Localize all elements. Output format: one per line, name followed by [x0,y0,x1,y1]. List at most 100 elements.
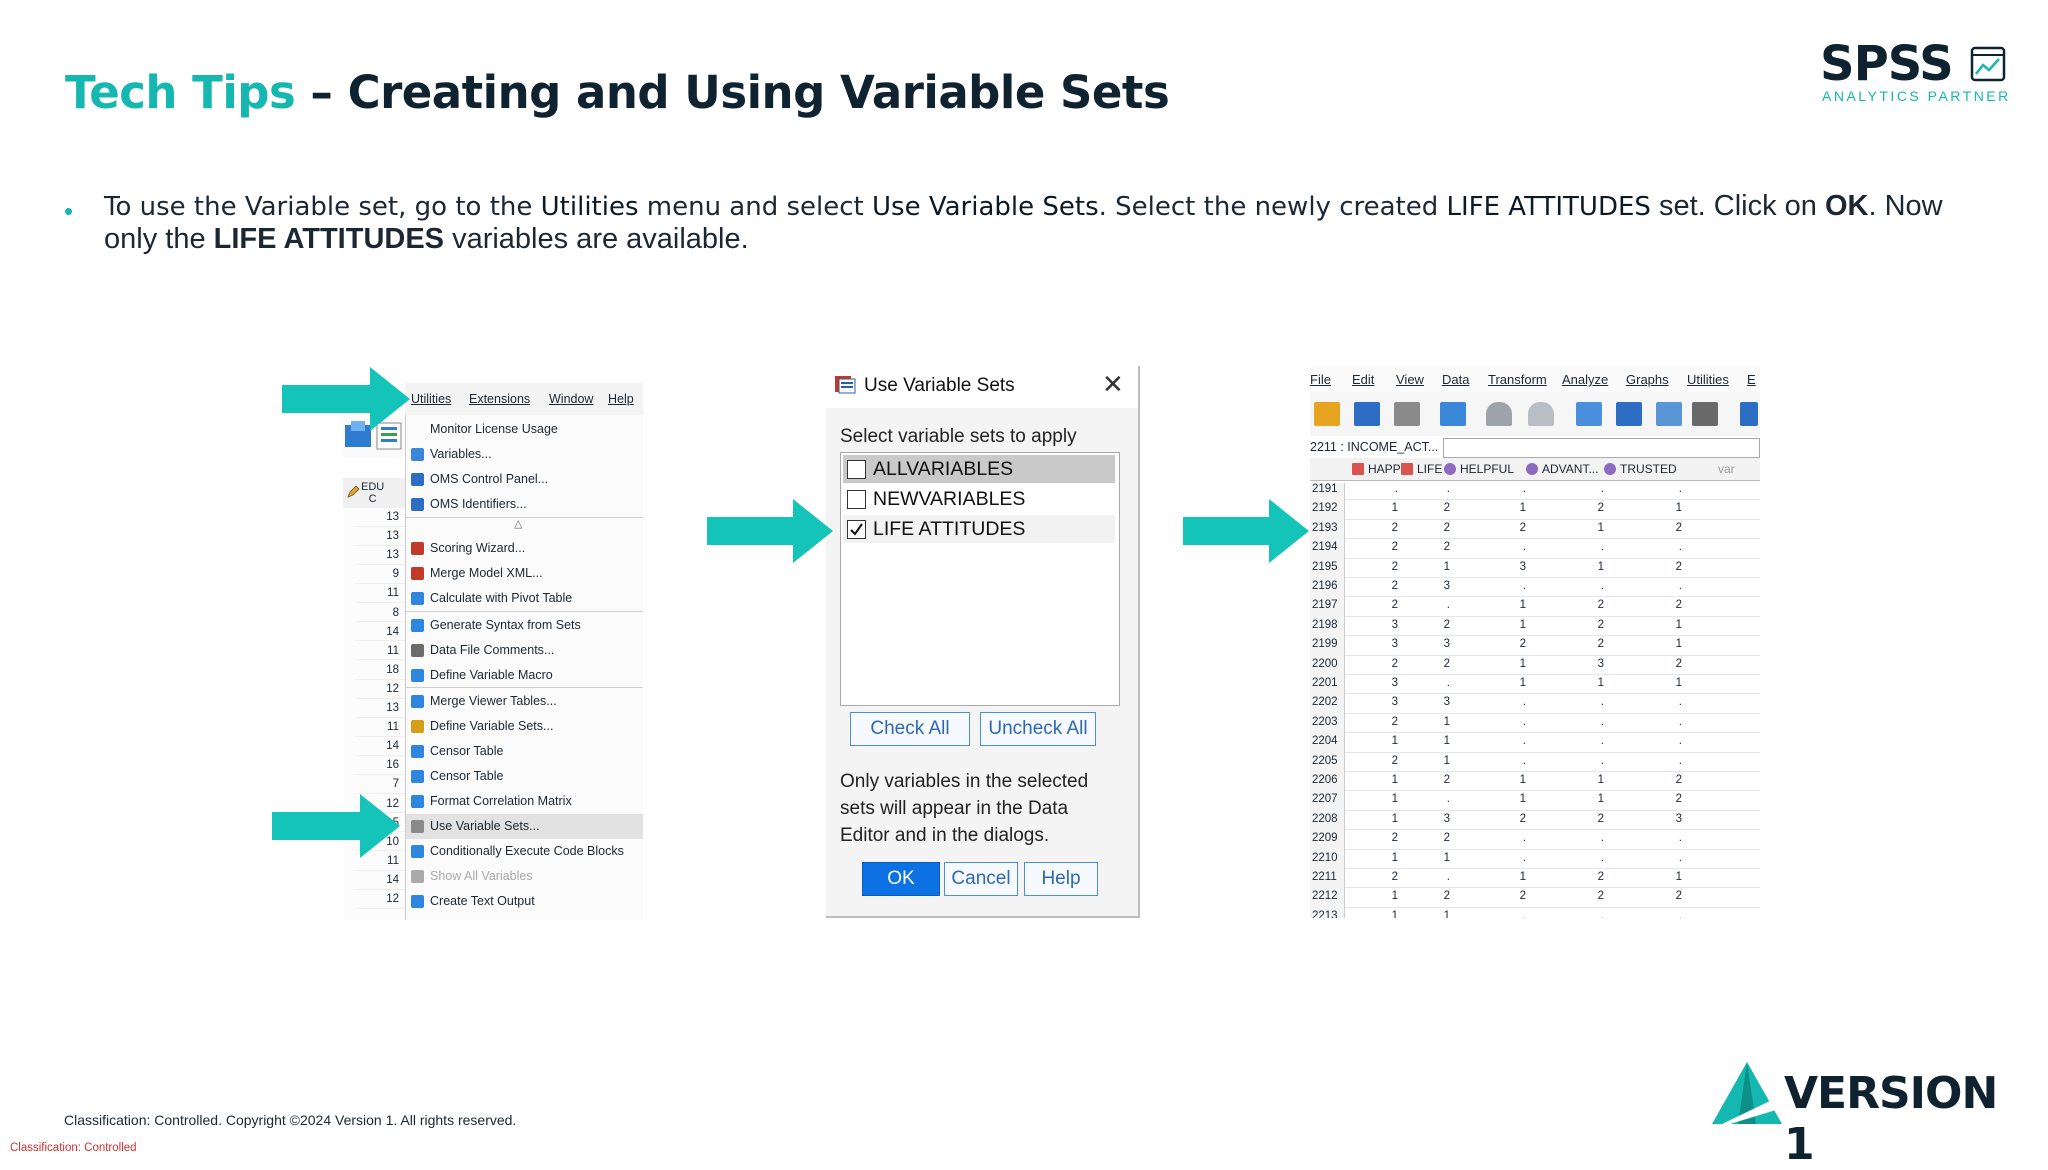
table-row[interactable]: 2210 1 1... [1310,849,1760,871]
data-cell[interactable]: 3 [1420,813,1450,825]
menu-utilities[interactable]: Utilities [1687,372,1729,387]
data-cell[interactable]: . [1420,483,1450,495]
data-cell[interactable]: 1 [1652,638,1682,650]
data-cell[interactable]: 3 [1420,696,1450,708]
data-cell[interactable]: 2 [1368,541,1398,553]
table-row[interactable]: 2201 3. 1 1 1 [1310,674,1760,697]
data-cell[interactable]: 3 [1420,638,1450,650]
data-cell[interactable]: . [1496,755,1526,767]
data-cell[interactable]: 2 [1574,890,1604,902]
menu-item-oms-control-panel[interactable]: OMS Control Panel... [406,467,643,492]
data-cell[interactable]: 2 [1574,871,1604,883]
data-cell[interactable]: 2 [1368,580,1398,592]
menu-item-oms-identifiers[interactable]: OMS Identifiers... [406,492,643,517]
menu-item-monitor-license-usage[interactable]: Monitor License Usage [406,417,643,442]
table-row[interactable]: 2199 3 3 2 2 1 [1310,635,1760,658]
goto-case-icon[interactable] [1576,402,1602,426]
data-cell[interactable]: 2 [1574,502,1604,514]
data-cell[interactable]: . [1420,599,1450,611]
menu-file[interactable]: File [1310,372,1331,387]
data-cell[interactable]: 2 [1420,832,1450,844]
dialog-recall-icon[interactable] [1440,402,1466,426]
data-cell[interactable]: . [1574,832,1604,844]
data-cell[interactable]: 2 [1652,658,1682,670]
checkbox-life-attitudes[interactable] [847,520,866,539]
table-row[interactable]: 2198 3 2 1 2 1 [1310,616,1760,639]
menu-graphs[interactable]: Graphs [1626,372,1669,387]
data-cell[interactable]: 3 [1496,561,1526,573]
table-row[interactable]: 2194 2 2... [1310,538,1760,561]
check-all-button[interactable]: Check All [850,712,970,746]
data-cell[interactable]: . [1368,483,1398,495]
data-cell[interactable]: . [1652,910,1682,918]
uncheck-all-button[interactable]: Uncheck All [980,712,1096,746]
menu-help[interactable]: Help [608,392,634,406]
menu-item-format-correlation-matrix[interactable]: Format Correlation Matrix [406,789,643,814]
table-row[interactable]: 2207 1. 1 1 2 [1310,790,1760,813]
menu-item-conditionally-execute-code-blocks[interactable]: Conditionally Execute Code Blocks [406,839,643,864]
row-value[interactable]: 18 [355,661,405,680]
data-cell[interactable]: 1 [1496,871,1526,883]
column-header[interactable]: HELPFUL [1460,462,1514,476]
data-cell[interactable]: 3 [1368,619,1398,631]
menu-transform[interactable]: Transform [1488,372,1547,387]
data-cell[interactable]: 1 [1420,852,1450,864]
save-icon[interactable] [1354,402,1380,426]
data-cell[interactable]: . [1652,696,1682,708]
menu-item-merge-viewer-tables[interactable]: Merge Viewer Tables... [406,689,643,714]
data-cell[interactable]: . [1496,696,1526,708]
data-cell[interactable]: 1 [1368,852,1398,864]
row-value[interactable]: 12 [355,680,405,699]
data-cell[interactable]: 1 [1420,561,1450,573]
row-number[interactable]: 2213 [1310,909,1345,918]
data-cell[interactable]: 3 [1652,813,1682,825]
row-value[interactable]: 9 [355,565,405,585]
data-cell[interactable]: 1 [1368,890,1398,902]
data-cell[interactable]: 1 [1368,502,1398,514]
data-cell[interactable]: 2 [1368,658,1398,670]
cancel-button[interactable]: Cancel [944,862,1018,896]
data-cell[interactable]: . [1574,910,1604,918]
data-cell[interactable]: 1 [1652,619,1682,631]
menu-view[interactable]: View [1396,372,1424,387]
variable-sets-list[interactable]: ALLVARIABLES NEWVARIABLES LIFE ATTITUDES [840,452,1120,706]
data-cell[interactable]: . [1652,755,1682,767]
data-cell[interactable]: 3 [1574,658,1604,670]
data-cell[interactable]: 3 [1368,696,1398,708]
data-cell[interactable]: 2 [1420,502,1450,514]
data-cell[interactable]: 2 [1368,871,1398,883]
data-cell[interactable]: 1 [1574,561,1604,573]
toolbar-icon-truncated[interactable] [1740,402,1758,426]
menu-utilities[interactable]: Utilities [411,392,451,406]
data-cell[interactable]: 2 [1368,522,1398,534]
menu-extensions-truncated[interactable]: E [1747,372,1756,387]
close-icon[interactable]: ✕ [1102,370,1124,400]
menu-item-merge-model-xml[interactable]: Merge Model XML... [406,561,643,586]
data-cell[interactable]: 1 [1574,522,1604,534]
data-cell[interactable]: 2 [1574,638,1604,650]
row-value[interactable]: 14 [355,737,405,756]
data-cell[interactable]: 2 [1496,522,1526,534]
data-cell[interactable]: 2 [1652,522,1682,534]
table-row[interactable]: 2200 2 2 1 3 2 [1310,655,1760,677]
data-cell[interactable]: . [1496,735,1526,747]
menu-window[interactable]: Window [549,392,593,406]
data-cell[interactable]: 1 [1652,871,1682,883]
table-row[interactable]: 2204 1 1... [1310,732,1760,755]
menu-item-use-variable-sets[interactable]: Use Variable Sets... [406,814,643,839]
undo-icon[interactable] [1486,402,1512,426]
data-cell[interactable]: . [1574,755,1604,767]
ok-button[interactable]: OK [862,862,940,896]
data-cell[interactable]: 2 [1496,638,1526,650]
data-cell[interactable]: 1 [1496,599,1526,611]
menu-item-generate-syntax-from-sets[interactable]: Generate Syntax from Sets [406,613,643,638]
row-value[interactable]: 7 [355,775,405,795]
goto-variable-icon[interactable] [1616,402,1642,426]
table-row[interactable]: 2211 2. 1 2 1 [1310,868,1760,891]
data-cell[interactable]: . [1496,483,1526,495]
menu-item-censor-table-2[interactable]: Censor Table [406,764,643,789]
column-header[interactable]: TRUSTED [1620,462,1677,476]
row-value[interactable]: 14 [355,871,405,890]
menu-extensions[interactable]: Extensions [469,392,530,406]
table-row[interactable]: 2206 1 2 1 1 2 [1310,771,1760,794]
